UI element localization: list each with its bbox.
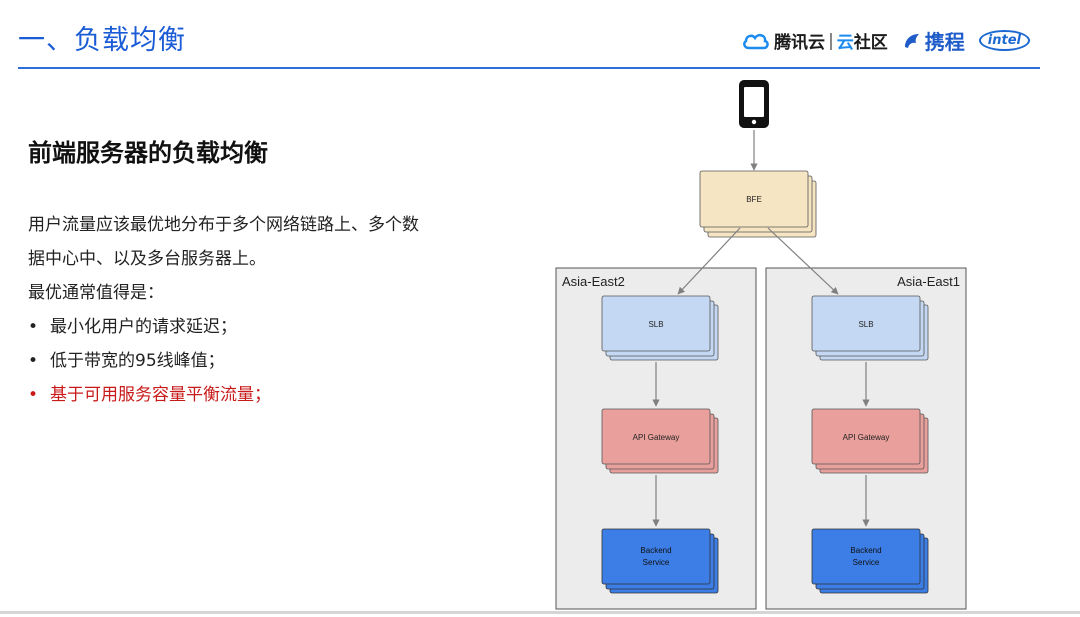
bullet-dot: • bbox=[28, 351, 39, 371]
intel-logo: intel bbox=[978, 30, 1030, 51]
dolphin-icon bbox=[904, 33, 919, 48]
body-text: 用户流量应该最优地分布于多个网络链路上、多个数 据中心中、以及多台服务器上。 最… bbox=[28, 208, 488, 412]
slb-label: SLB bbox=[858, 320, 873, 329]
cloud-community-logo: 云社区 bbox=[837, 28, 888, 53]
intro-line-2: 据中心中、以及多台服务器上。 bbox=[28, 249, 266, 269]
header-divider bbox=[18, 67, 1040, 69]
bullet-list: • 最小化用户的请求延迟； • 低于带宽的95线峰值； • 基于可用服务容量平衡流量； bbox=[28, 310, 488, 412]
slb-label: SLB bbox=[648, 320, 663, 329]
ctrip-text: 携程 bbox=[924, 30, 965, 54]
page-title: 一、负载均衡 bbox=[18, 25, 186, 56]
api-gateway-node-east2: API Gateway bbox=[601, 408, 719, 474]
phone-icon bbox=[739, 80, 769, 128]
bullet-dot: • bbox=[28, 385, 39, 405]
slb-node-east1: SLB bbox=[811, 295, 929, 361]
region-label-asia-east2: Asia-East2 bbox=[562, 274, 625, 289]
tencent-cloud-logo: 腾讯云 bbox=[742, 28, 825, 53]
intro-line-3: 最优通常值得是： bbox=[28, 283, 164, 303]
backend-label-line2: Service bbox=[643, 558, 670, 567]
backend-label-line1: Backend bbox=[640, 546, 671, 555]
logo-bar: 腾讯云 | 云社区 携程 intel bbox=[742, 26, 1030, 55]
bullet-dot: • bbox=[28, 317, 39, 337]
region-label-asia-east1: Asia-East1 bbox=[897, 274, 960, 289]
slb-node-east2: SLB bbox=[601, 295, 719, 361]
api-gateway-label: API Gateway bbox=[633, 433, 680, 442]
bullet-text: 低于带宽的95线峰值； bbox=[50, 351, 225, 371]
load-balancing-diagram: Asia-East2 Asia-East1 BFE SLB API Gatewa… bbox=[555, 80, 967, 610]
cloud-community-suffix: 社区 bbox=[853, 33, 888, 53]
cloud-community-prefix: 云 bbox=[836, 33, 854, 53]
cloud-icon bbox=[743, 33, 769, 49]
backend-label-line2: Service bbox=[853, 558, 880, 567]
api-gateway-node-east1: API Gateway bbox=[811, 408, 929, 474]
logo-separator: | bbox=[828, 30, 834, 51]
api-gateway-label: API Gateway bbox=[843, 433, 890, 442]
footer-divider bbox=[0, 611, 1080, 614]
bullet-text: 基于可用服务容量平衡流量； bbox=[50, 385, 271, 405]
backend-service-node-east1: Backend Service bbox=[811, 528, 929, 594]
bullet-text: 最小化用户的请求延迟； bbox=[50, 317, 237, 337]
bullet-item: • 低于带宽的95线峰值； bbox=[28, 344, 488, 378]
backend-service-node-east2: Backend Service bbox=[601, 528, 719, 594]
ctrip-logo: 携程 bbox=[902, 26, 965, 55]
bfe-node: BFE bbox=[699, 170, 817, 238]
section-subtitle: 前端服务器的负载均衡 bbox=[28, 139, 268, 167]
backend-label-line1: Backend bbox=[850, 546, 881, 555]
intro-line-1: 用户流量应该最优地分布于多个网络链路上、多个数 bbox=[28, 215, 419, 235]
bfe-label: BFE bbox=[746, 195, 762, 204]
tencent-cloud-text: 腾讯云 bbox=[774, 33, 826, 53]
bullet-item: • 最小化用户的请求延迟； bbox=[28, 310, 488, 344]
bullet-item-highlight: • 基于可用服务容量平衡流量； bbox=[28, 378, 488, 412]
